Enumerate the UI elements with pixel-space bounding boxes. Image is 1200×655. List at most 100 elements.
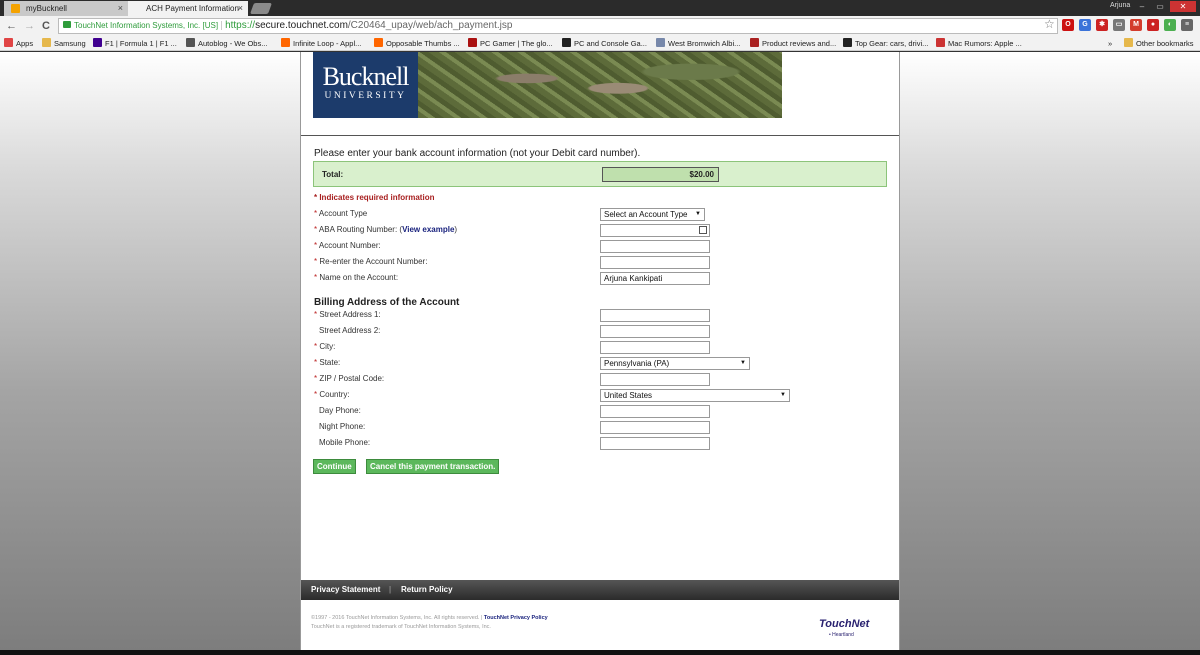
tab-label: ACH Payment Information [146, 4, 239, 13]
return-policy-link[interactable]: Return Policy [401, 585, 453, 594]
day-phone-label: Day Phone: [319, 406, 361, 415]
bookmark-item[interactable]: Mac Rumors: Apple ... [936, 38, 1022, 49]
mobile-phone-input[interactable] [600, 437, 710, 450]
chrome-remote-icon[interactable]: ● [1147, 19, 1159, 31]
state-select[interactable]: Pennsylvania (PA) ▼ [600, 357, 750, 370]
zip-input[interactable] [600, 373, 710, 386]
footer-nav: Privacy Statement | Return Policy [301, 580, 899, 600]
bookmarks-bar: Apps Samsung F1 | Formula 1 | F1 ... Autobl… [0, 36, 1200, 51]
bookmark-item[interactable]: F1 | Formula 1 | F1 ... [93, 38, 177, 49]
translate-icon[interactable]: G [1079, 19, 1091, 31]
touchnet-privacy-link[interactable]: TouchNet Privacy Policy [484, 615, 548, 621]
reenter-account-input[interactable] [600, 256, 710, 269]
close-window-icon[interactable]: ✕ [1170, 1, 1196, 12]
night-phone-row: Night Phone: [319, 422, 365, 432]
bookmark-item[interactable]: Top Gear: cars, drivi... [843, 38, 928, 49]
gmail-icon[interactable]: M [1130, 19, 1142, 31]
forward-arrow-icon[interactable]: → [24, 19, 35, 33]
account-number-label: Account Number: [318, 241, 381, 250]
bookmark-item[interactable]: Opposable Thumbs ... [374, 38, 460, 49]
logo-wordmark: Bucknell [322, 62, 410, 91]
cancel-payment-button[interactable]: Cancel this payment transaction. [366, 459, 500, 474]
back-arrow-icon[interactable]: ← [6, 19, 17, 33]
day-phone-row: Day Phone: [319, 406, 361, 416]
name-on-account-input[interactable]: Arjuna Kankipati [600, 272, 710, 285]
required-asterisk: * [314, 257, 318, 266]
street1-input[interactable] [600, 309, 710, 322]
bookmark-item[interactable]: Apps [4, 38, 33, 49]
bookmark-item[interactable]: Product reviews and... [750, 38, 836, 49]
lastpass-icon[interactable]: ✱ [1096, 19, 1108, 31]
keyboard-icon[interactable] [699, 226, 707, 234]
minimize-icon[interactable]: – [1134, 1, 1150, 12]
bookmark-label: PC Gamer | The glo... [480, 39, 553, 48]
routing-label: ABA Routing Number: [318, 225, 398, 234]
required-asterisk: * [314, 358, 318, 367]
bucknell-logo[interactable]: Bucknell UNIVERSITY [313, 52, 418, 118]
mobile-phone-label: Mobile Phone: [319, 438, 371, 447]
tab-close-icon[interactable]: × [238, 1, 243, 16]
night-phone-input[interactable] [600, 421, 710, 434]
country-row: * Country: [314, 390, 350, 400]
country-select[interactable]: United States ▼ [600, 389, 790, 402]
total-label: Total: [322, 170, 344, 179]
mobile-phone-row: Mobile Phone: [319, 438, 370, 448]
new-tab-button[interactable] [249, 3, 273, 14]
account-type-select[interactable]: Select an Account Type ▼ [600, 208, 705, 221]
state-value: Pennsylvania (PA) [604, 359, 670, 368]
pushbullet-icon[interactable]: ◐ [1164, 19, 1176, 31]
profile-name[interactable]: Arjuna [1110, 2, 1130, 9]
bookmark-item[interactable]: Infinite Loop - Appl... [281, 38, 361, 49]
routing-number-input[interactable] [600, 224, 710, 237]
account-type-label: Account Type [318, 209, 368, 218]
payment-page: Bucknell UNIVERSITY Please enter your ba… [300, 52, 900, 650]
bookmark-favicon-icon [750, 38, 759, 47]
bucknell-favicon-icon [11, 4, 20, 13]
cast-icon[interactable]: ▭ [1113, 19, 1125, 31]
bookmark-label: Infinite Loop - Appl... [293, 39, 362, 48]
privacy-statement-link[interactable]: Privacy Statement [311, 585, 380, 594]
city-input[interactable] [600, 341, 710, 354]
tab-ach-payment[interactable]: ACH Payment Information × [128, 1, 248, 16]
other-bookmarks-folder[interactable]: Other bookmarks [1124, 38, 1194, 49]
view-example-link[interactable]: View example [402, 225, 454, 234]
bookmark-label: Product reviews and... [762, 39, 837, 48]
bookmark-item[interactable]: Autoblog - We Obs... [186, 38, 267, 49]
account-type-row: * Account Type [314, 209, 367, 219]
required-asterisk: * [314, 390, 318, 399]
ev-certificate-label[interactable]: TouchNet Information Systems, Inc. [US] [74, 21, 223, 30]
name-label: Name on the Account: [319, 273, 399, 282]
bookmark-favicon-icon [936, 38, 945, 47]
logo-subtitle: UNIVERSITY [324, 91, 407, 101]
continue-button[interactable]: Continue [313, 459, 356, 474]
bookmarks-overflow-icon[interactable]: » [1108, 38, 1112, 49]
street2-input[interactable] [600, 325, 710, 338]
window-titlebar: myBucknell × ACH Payment Information × A… [0, 0, 1200, 16]
bookmark-label: Samsung [54, 39, 86, 48]
account-number-input[interactable] [600, 240, 710, 253]
bookmark-label: Top Gear: cars, drivi... [855, 39, 929, 48]
bookmark-label: F1 | Formula 1 | F1 ... [105, 39, 177, 48]
zip-label: ZIP / Postal Code: [319, 374, 385, 383]
street2-row: Street Address 2: [319, 326, 380, 336]
bookmark-item[interactable]: West Bromwich Albi... [656, 38, 740, 49]
bookmark-item[interactable]: PC and Console Ga... [562, 38, 647, 49]
bookmark-item[interactable]: PC Gamer | The glo... [468, 38, 553, 49]
bookmark-favicon-icon [656, 38, 665, 47]
bookmark-item[interactable]: Samsung [42, 38, 86, 49]
required-asterisk: * [314, 273, 318, 282]
billing-heading: Billing Address of the Account [314, 297, 460, 308]
touchnet-logo[interactable]: TouchNet [819, 618, 869, 630]
bookmark-star-icon[interactable]: ☆ [1044, 17, 1055, 31]
url-host: secure.touchnet.com [255, 20, 348, 31]
tab-mybucknell[interactable]: myBucknell × [4, 1, 128, 16]
routing-row: * ABA Routing Number: (View example) [314, 225, 458, 234]
menu-icon[interactable]: ≡ [1181, 19, 1193, 31]
restore-icon[interactable]: ▭ [1152, 1, 1168, 12]
opera-icon[interactable]: O [1062, 19, 1074, 31]
tab-close-icon[interactable]: × [118, 1, 123, 16]
name-row: * Name on the Account: [314, 273, 398, 283]
reload-icon[interactable]: C [42, 19, 50, 33]
address-bar[interactable]: TouchNet Information Systems, Inc. [US] h… [58, 18, 1058, 34]
day-phone-input[interactable] [600, 405, 710, 418]
